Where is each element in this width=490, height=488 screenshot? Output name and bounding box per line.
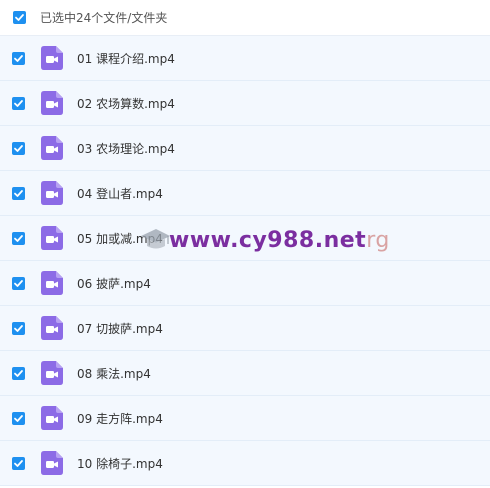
file-row[interactable]: 08 乘法.mp4 [0,351,490,396]
file-row[interactable]: 07 切披萨.mp4 [0,306,490,351]
file-checkbox[interactable] [12,321,25,335]
file-row[interactable]: 10 除椅子.mp4 [0,441,490,486]
file-name[interactable]: 02 农场算数.mp4 [77,95,175,112]
checkmark-icon [14,54,23,62]
file-checkbox[interactable] [12,411,25,425]
checkmark-icon [14,99,23,107]
checkmark-icon [14,144,23,152]
file-checkbox[interactable] [12,276,25,290]
checkmark-icon [14,459,23,467]
checkmark-icon [14,414,23,422]
file-name[interactable]: 01 课程介绍.mp4 [77,50,175,67]
checkmark-icon [15,14,24,21]
video-file-icon [41,451,63,475]
file-row[interactable]: 04 登山者.mp4 [0,171,490,216]
video-file-icon [41,361,63,385]
file-row[interactable]: 05 加或减.mp4 [0,216,490,261]
file-row[interactable]: 03 农场理论.mp4 [0,126,490,171]
video-file-icon [41,181,63,205]
file-name[interactable]: 09 走方阵.mp4 [77,410,163,427]
file-checkbox[interactable] [12,141,25,155]
checkmark-icon [14,189,23,197]
file-checkbox[interactable] [12,186,25,200]
selection-header: 已选中24个文件/文件夹 [0,0,490,36]
file-name[interactable]: 07 切披萨.mp4 [77,320,163,337]
video-file-icon [41,91,63,115]
file-name[interactable]: 04 登山者.mp4 [77,185,163,202]
file-row[interactable]: 09 走方阵.mp4 [0,396,490,441]
checkmark-icon [14,234,23,242]
file-checkbox[interactable] [12,366,25,380]
video-file-icon [41,136,63,160]
file-row[interactable]: 06 披萨.mp4 [0,261,490,306]
select-all-checkbox[interactable] [13,11,26,24]
file-name[interactable]: 06 披萨.mp4 [77,275,151,292]
file-row[interactable]: 01 课程介绍.mp4 [0,36,490,81]
video-file-icon [41,406,63,430]
video-file-icon [41,46,63,70]
file-name[interactable]: 08 乘法.mp4 [77,365,151,382]
file-checkbox[interactable] [12,231,25,245]
video-file-icon [41,271,63,295]
file-name[interactable]: 03 农场理论.mp4 [77,140,175,157]
file-row[interactable]: 02 农场算数.mp4 [0,81,490,126]
file-checkbox[interactable] [12,456,25,470]
checkmark-icon [14,324,23,332]
video-file-icon [41,226,63,250]
file-checkbox[interactable] [12,51,25,65]
checkmark-icon [14,279,23,287]
checkmark-icon [14,369,23,377]
selection-count-label: 已选中24个文件/文件夹 [40,11,168,25]
file-name[interactable]: 10 除椅子.mp4 [77,455,163,472]
file-checkbox[interactable] [12,96,25,110]
file-name[interactable]: 05 加或减.mp4 [77,230,163,247]
video-file-icon [41,316,63,340]
